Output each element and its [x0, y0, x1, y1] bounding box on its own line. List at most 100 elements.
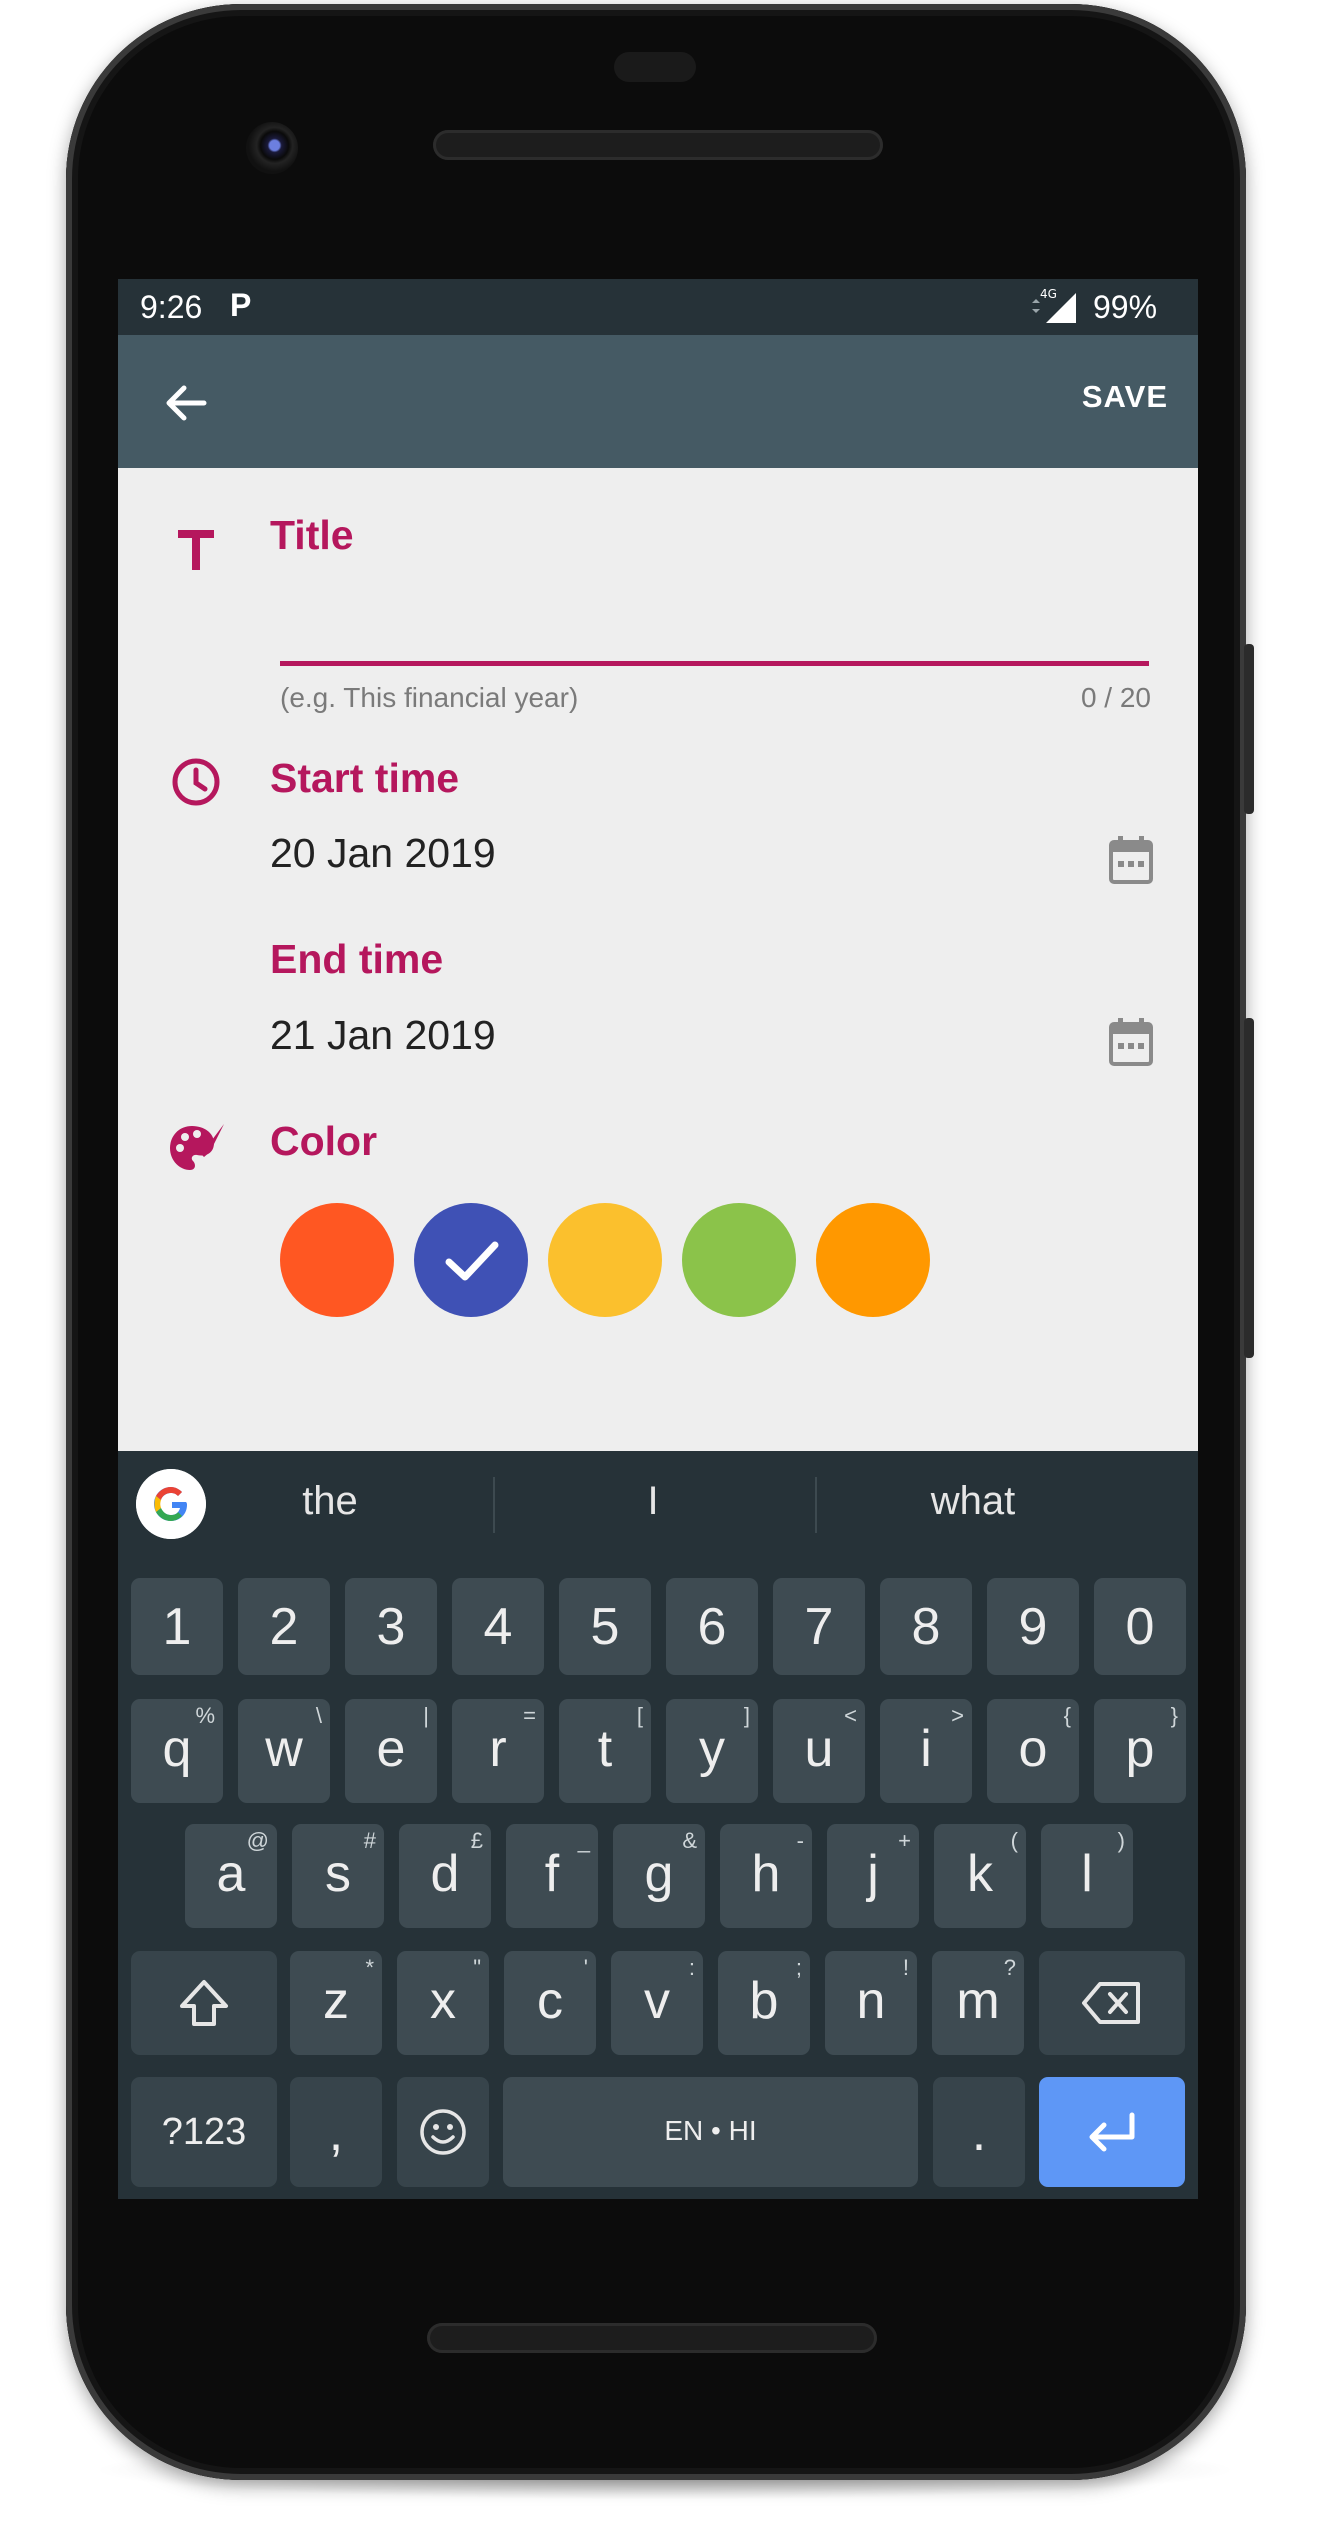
suggestion-3[interactable]: what	[863, 1479, 1083, 1524]
key-hint: }	[1170, 1703, 1178, 1728]
suggestion-1[interactable]: the	[230, 1479, 430, 1524]
key-label: 5	[590, 1598, 620, 1656]
key-o[interactable]: o{	[987, 1699, 1079, 1803]
key-hint: {	[1063, 1703, 1071, 1728]
status-bar: 9:26 P 4G 99%	[118, 279, 1198, 335]
enter-key[interactable]	[1039, 2077, 1185, 2187]
key-4[interactable]: 4	[452, 1578, 544, 1675]
key-label: 1	[162, 1598, 192, 1656]
space-key[interactable]: EN • HI	[503, 2077, 918, 2187]
key-v[interactable]: v:	[611, 1951, 703, 2055]
key-hint: :	[688, 1955, 695, 1980]
key-label: EN • HI	[664, 2115, 757, 2146]
key-a[interactable]: a @	[185, 1824, 277, 1928]
key-hint: +	[898, 1828, 911, 1853]
signal-icon: 4G	[1032, 287, 1076, 323]
key-k[interactable]: k(	[934, 1824, 1026, 1928]
key-u[interactable]: u <	[773, 1699, 865, 1803]
key-1[interactable]: 1	[131, 1578, 223, 1675]
color-swatch[interactable]	[682, 1203, 796, 1317]
key-hint: !	[902, 1955, 909, 1980]
key-p[interactable]: p}	[1094, 1699, 1186, 1803]
suggestion-divider	[815, 1477, 817, 1533]
key-label: 2	[269, 1598, 299, 1656]
key-e[interactable]: e |	[345, 1699, 437, 1803]
color-swatch[interactable]	[816, 1203, 930, 1317]
key-d[interactable]: d £	[399, 1824, 491, 1928]
key-r[interactable]: r =	[452, 1699, 544, 1803]
title-char-counter: 0 / 20	[1080, 682, 1151, 713]
key-t[interactable]: t[	[559, 1699, 651, 1803]
key-8[interactable]: 8	[880, 1578, 972, 1675]
symbols-key[interactable]: ?123	[131, 2077, 277, 2187]
key-hint: @	[246, 1828, 269, 1853]
key-hint: &	[682, 1828, 697, 1853]
key-label: .	[971, 2104, 987, 2162]
key-z[interactable]: z *	[290, 1951, 382, 2055]
key-hint: *	[365, 1955, 374, 1980]
key-j[interactable]: j +	[827, 1824, 919, 1928]
clock-icon	[172, 758, 220, 806]
start-date-value[interactable]: 20 Jan 2019	[270, 830, 496, 877]
key-label: 8	[911, 1598, 941, 1656]
key-y[interactable]: y]	[666, 1699, 758, 1803]
comma-key[interactable]: ,	[290, 2077, 382, 2187]
key-f[interactable]: f _	[506, 1824, 598, 1928]
check-icon	[445, 1241, 499, 1281]
key-hint: "	[473, 1955, 481, 1980]
calendar-icon[interactable]	[1108, 1016, 1154, 1068]
end-date-value[interactable]: 21 Jan 2019	[270, 1012, 496, 1059]
key-7[interactable]: 7	[773, 1578, 865, 1675]
key-2[interactable]: 2	[238, 1578, 330, 1675]
key-hint: ]	[743, 1703, 750, 1728]
color-swatch[interactable]	[414, 1203, 528, 1317]
save-button[interactable]: SAVE	[1082, 379, 1168, 415]
key-hint: |	[423, 1703, 429, 1728]
calendar-icon[interactable]	[1108, 834, 1154, 886]
key-h[interactable]: h-	[720, 1824, 812, 1928]
title-input[interactable]	[280, 588, 1153, 656]
key-0[interactable]: 0	[1094, 1578, 1186, 1675]
color-label: Color	[270, 1118, 378, 1164]
key-hint: =	[523, 1703, 536, 1728]
key-3[interactable]: 3	[345, 1578, 437, 1675]
key-label: 6	[697, 1598, 727, 1656]
color-swatch[interactable]	[280, 1203, 394, 1317]
key-b[interactable]: b;	[718, 1951, 810, 2055]
power-button	[1244, 1018, 1254, 1358]
end-time-label: End time	[270, 936, 444, 982]
event-form: Title (e.g. This financial year) 0 / 20 …	[118, 468, 1198, 1451]
key-c[interactable]: c '	[504, 1951, 596, 2055]
key-q[interactable]: q%	[131, 1699, 223, 1803]
suggestion-2[interactable]: I	[553, 1479, 753, 1524]
key-hint: (	[1010, 1828, 1018, 1853]
key-n[interactable]: n!	[825, 1951, 917, 2055]
title-input-underline	[280, 661, 1149, 666]
key-6[interactable]: 6	[666, 1578, 758, 1675]
backspace-key[interactable]	[1039, 1951, 1185, 2055]
key-s[interactable]: s #	[292, 1824, 384, 1928]
key-x[interactable]: x "	[397, 1951, 489, 2055]
title-helper-text: (e.g. This financial year)	[280, 682, 579, 713]
shift-key[interactable]	[131, 1951, 277, 2055]
backspace-icon	[1082, 1982, 1140, 2024]
key-m[interactable]: m?	[932, 1951, 1024, 2055]
key-g[interactable]: g &	[613, 1824, 705, 1928]
key-i[interactable]: i >	[880, 1699, 972, 1803]
key-label: 7	[804, 1598, 834, 1656]
network-type: 4G	[1040, 287, 1057, 301]
key-w[interactable]: w \	[238, 1699, 330, 1803]
google-icon[interactable]	[136, 1469, 206, 1539]
key-hint: %	[195, 1703, 215, 1728]
emoji-key[interactable]	[397, 2077, 489, 2187]
arrow-back-icon[interactable]	[158, 375, 214, 431]
key-label: 3	[376, 1598, 406, 1656]
soft-keyboard: the I what 1 2 3 4 5 6 7 8 9 0 q% w \ e | r = t[y] u < i > o{p…	[118, 1451, 1198, 2199]
key-9[interactable]: 9	[987, 1578, 1079, 1675]
battery-level: 99%	[1093, 289, 1158, 325]
period-key[interactable]: .	[933, 2077, 1025, 2187]
color-swatch[interactable]	[548, 1203, 662, 1317]
key-l[interactable]: l)	[1041, 1824, 1133, 1928]
bottom-speaker	[427, 2323, 877, 2353]
key-5[interactable]: 5	[559, 1578, 651, 1675]
